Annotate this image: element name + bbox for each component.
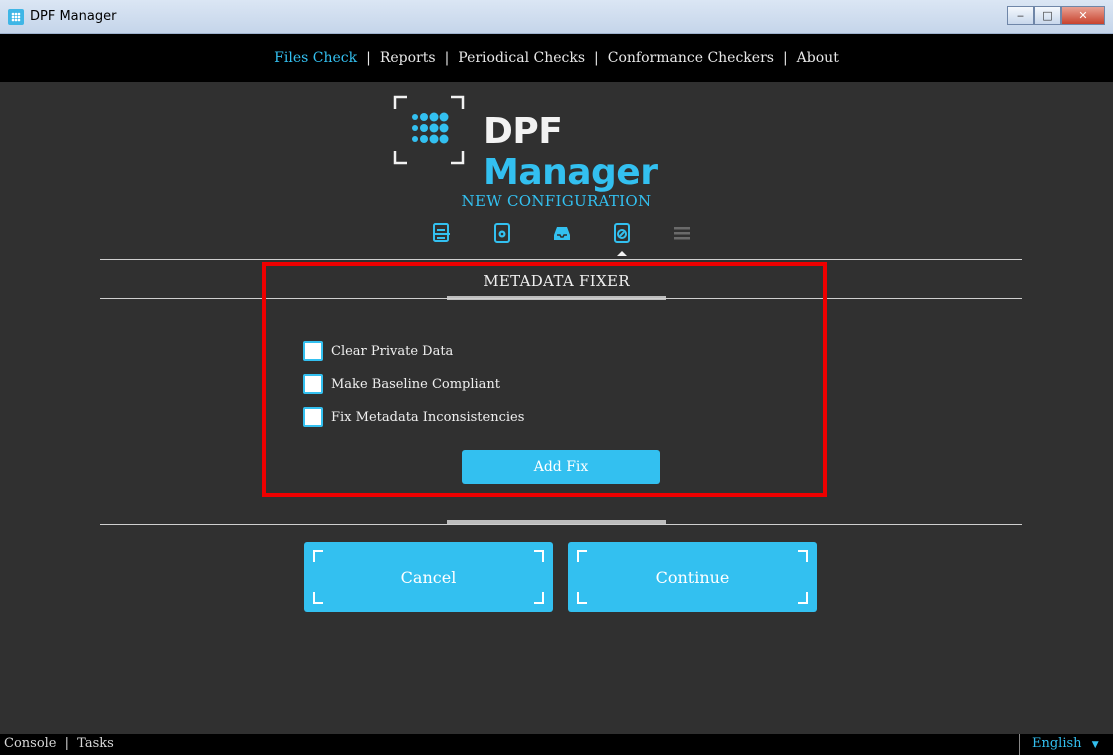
logo-word-dpf: DPF (483, 111, 563, 152)
checkbox[interactable] (303, 341, 323, 361)
maximize-button[interactable]: □ (1034, 6, 1061, 25)
corner-mark (577, 550, 587, 562)
chevron-down-icon: ▼ (1091, 740, 1099, 750)
document-gear-icon[interactable] (491, 222, 513, 244)
option-fix-metadata-inconsistencies[interactable]: Fix Metadata Inconsistencies (303, 406, 524, 428)
continue-label: Continue (655, 567, 730, 587)
window-title-bar: DPF Manager ‒ □ ✕ (0, 0, 1113, 34)
window-controls: ‒ □ ✕ (1007, 6, 1105, 25)
checkbox[interactable] (303, 374, 323, 394)
list-lines-icon[interactable] (671, 222, 693, 244)
tasks-link[interactable]: Tasks (77, 736, 114, 751)
corner-mark (534, 592, 544, 604)
checkbox[interactable] (303, 407, 323, 427)
panel-title: METADATA FIXER (483, 272, 630, 290)
cancel-label: Cancel (400, 567, 457, 587)
divider (100, 524, 1022, 525)
fix-options: Clear Private Data Make Baseline Complia… (303, 340, 524, 439)
console-link[interactable]: Console (4, 736, 57, 751)
nav-files-check[interactable]: Files Check (274, 50, 357, 66)
app-icon (8, 9, 24, 25)
document-wrench-icon[interactable] (611, 222, 633, 244)
nav-separator: | (366, 50, 371, 66)
nav-separator: | (444, 50, 450, 66)
status-links: Console | Tasks (4, 736, 114, 751)
option-clear-private-data[interactable]: Clear Private Data (303, 340, 524, 362)
option-label: Clear Private Data (331, 343, 454, 359)
top-navigation: Files Check | Reports | Periodical Check… (0, 34, 1113, 82)
corner-mark (313, 550, 323, 562)
corner-mark (534, 550, 544, 562)
continue-button[interactable]: Continue (568, 542, 817, 612)
language-selector[interactable]: English ▼ (1019, 734, 1113, 755)
language-label: English (1032, 736, 1082, 751)
nav-periodical-checks[interactable]: Periodical Checks (458, 50, 585, 66)
current-step-indicator (617, 251, 627, 256)
logo-mark-icon (393, 95, 465, 165)
status-bar: Console | Tasks English ▼ (0, 734, 1113, 755)
add-fix-button[interactable]: Add Fix (462, 450, 660, 484)
logo-word-manager: Manager (483, 152, 658, 193)
nav-separator: | (782, 50, 788, 66)
corner-mark (313, 592, 323, 604)
corner-mark (577, 592, 587, 604)
option-label: Fix Metadata Inconsistencies (331, 409, 525, 425)
divider (100, 298, 1022, 299)
divider (100, 259, 1022, 260)
nav-conformance-checkers[interactable]: Conformance Checkers (608, 50, 774, 66)
wizard-steps (0, 222, 1113, 248)
main-content: DPF Manager NEW CONFIGURATION METADATA F… (0, 82, 1113, 734)
option-make-baseline-compliant[interactable]: Make Baseline Compliant (303, 373, 524, 395)
corner-mark (798, 550, 808, 562)
option-label: Make Baseline Compliant (331, 376, 501, 392)
document-list-icon[interactable] (431, 222, 453, 244)
close-button[interactable]: ✕ (1061, 6, 1105, 25)
section-title: NEW CONFIGURATION (461, 192, 652, 210)
nav-reports[interactable]: Reports (380, 50, 436, 66)
status-separator: | (64, 736, 70, 751)
dpf-manager-logo: DPF Manager (393, 95, 733, 193)
minimize-button[interactable]: ‒ (1007, 6, 1034, 25)
window-title: DPF Manager (30, 9, 117, 24)
cancel-button[interactable]: Cancel (304, 542, 553, 612)
nav-about[interactable]: About (797, 50, 839, 66)
logo-text: DPF Manager (483, 111, 733, 193)
nav-separator: | (594, 50, 599, 66)
inbox-tray-icon[interactable] (551, 222, 573, 244)
corner-mark (798, 592, 808, 604)
